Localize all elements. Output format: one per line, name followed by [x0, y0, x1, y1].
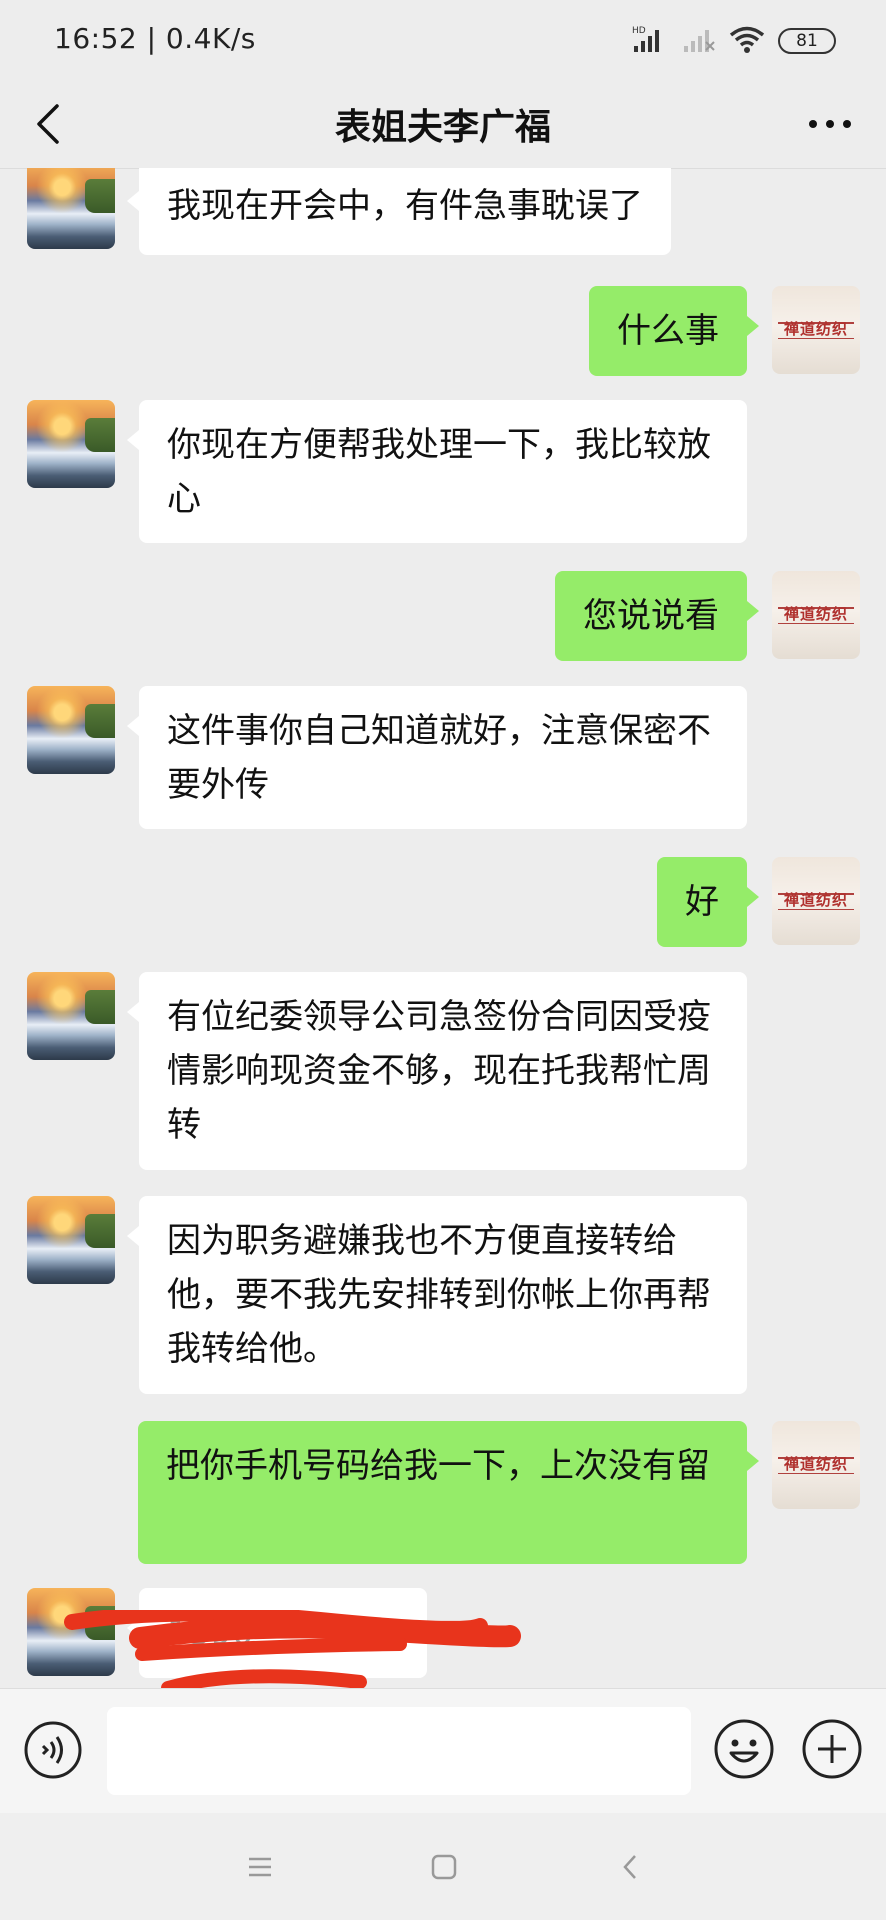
avatar-logo-text: 禅道纺织 — [783, 1454, 848, 1473]
system-back-button[interactable] — [610, 1847, 650, 1887]
message-bubble[interactable]: 好 — [657, 857, 759, 947]
contact-avatar[interactable] — [27, 686, 115, 774]
message-bubble[interactable]: 您说说看 — [555, 571, 759, 661]
status-bar: 16:52 | 0.4K/s HD 81 — [0, 0, 886, 80]
self-avatar[interactable]: 禅道纺织 — [772, 571, 860, 659]
voice-button[interactable] — [24, 1721, 82, 1779]
logo-avatar-image: 禅道纺织 — [772, 857, 860, 945]
status-time: 16:52 | 0.4K/s — [54, 22, 256, 55]
more-dots-icon — [809, 120, 851, 128]
avatar-logo-text: 禅道纺织 — [783, 890, 848, 909]
self-avatar[interactable]: 禅道纺织 — [772, 286, 860, 374]
message-bubble[interactable]: 因为职务避嫌我也不方便直接转给他，要不我先安排转到你帐上你再帮我转给他。 — [127, 1196, 747, 1394]
message-bubble[interactable]: 这件事你自己知道就好，注意保密不要外传 — [127, 686, 747, 829]
plus-icon — [802, 1719, 862, 1779]
waterfall-avatar-image — [27, 168, 115, 249]
wifi-icon — [728, 24, 766, 58]
battery-indicator: 81 — [778, 28, 836, 54]
waterfall-avatar-image — [27, 1196, 115, 1284]
message-bubble[interactable]: 把你手机号码给我一下，上次没有留 — [138, 1421, 759, 1564]
system-nav-bar — [0, 1813, 886, 1920]
home-button[interactable] — [424, 1847, 464, 1887]
menu-icon — [249, 1857, 271, 1877]
home-icon — [431, 1854, 457, 1880]
waterfall-avatar-image — [27, 1588, 115, 1676]
emoji-button[interactable] — [714, 1719, 774, 1779]
message-input-bar — [0, 1688, 886, 1814]
hd-label: HD — [632, 26, 646, 36]
emoji-icon — [714, 1719, 774, 1779]
waterfall-avatar-image — [27, 400, 115, 488]
voice-icon — [24, 1721, 82, 1779]
message-bubble[interactable]: 什么事 — [589, 286, 759, 376]
avatar-logo-text: 禅道纺织 — [783, 319, 848, 338]
message-bubble[interactable]: 1390 — [127, 1588, 427, 1678]
plus-button[interactable] — [802, 1719, 862, 1779]
avatar-logo-text: 禅道纺织 — [783, 604, 848, 623]
contact-avatar[interactable] — [27, 1196, 115, 1284]
self-avatar[interactable]: 禅道纺织 — [772, 857, 860, 945]
logo-avatar-image: 禅道纺织 — [772, 571, 860, 659]
chat-header: 表姐夫李广福 — [0, 80, 886, 169]
signal-off-icon — [682, 24, 716, 58]
contact-avatar[interactable] — [27, 400, 115, 488]
message-bubble[interactable]: 我现在开会中，有件急事耽误了 — [127, 168, 671, 255]
logo-avatar-image: 禅道纺织 — [772, 1421, 860, 1509]
contact-avatar[interactable] — [27, 1588, 115, 1676]
waterfall-avatar-image — [27, 686, 115, 774]
logo-avatar-image: 禅道纺织 — [772, 286, 860, 374]
recent-apps-button[interactable] — [240, 1847, 280, 1887]
signal-icon: HD — [632, 24, 670, 58]
status-icons: HD 81 — [632, 24, 836, 58]
chat-screen: 16:52 | 0.4K/s HD 81 表姐夫李广福 我现在开会中，有件急事耽… — [0, 0, 886, 1920]
self-avatar[interactable]: 禅道纺织 — [772, 1421, 860, 1509]
back-icon — [623, 1855, 636, 1879]
message-bubble[interactable]: 有位纪委领导公司急签份合同因受疫情影响现资金不够，现在托我帮忙周转 — [127, 972, 747, 1170]
message-list[interactable]: 我现在开会中，有件急事耽误了 禅道纺织 什么事 你现在方便帮我处理一下，我比较放… — [0, 168, 886, 1688]
message-bubble[interactable]: 你现在方便帮我处理一下，我比较放心 — [127, 400, 747, 543]
contact-avatar[interactable] — [27, 972, 115, 1060]
chat-title: 表姐夫李广福 — [334, 107, 551, 148]
message-input[interactable] — [107, 1707, 691, 1795]
contact-avatar[interactable] — [27, 168, 115, 249]
waterfall-avatar-image — [27, 972, 115, 1060]
more-options-button[interactable] — [802, 100, 858, 148]
